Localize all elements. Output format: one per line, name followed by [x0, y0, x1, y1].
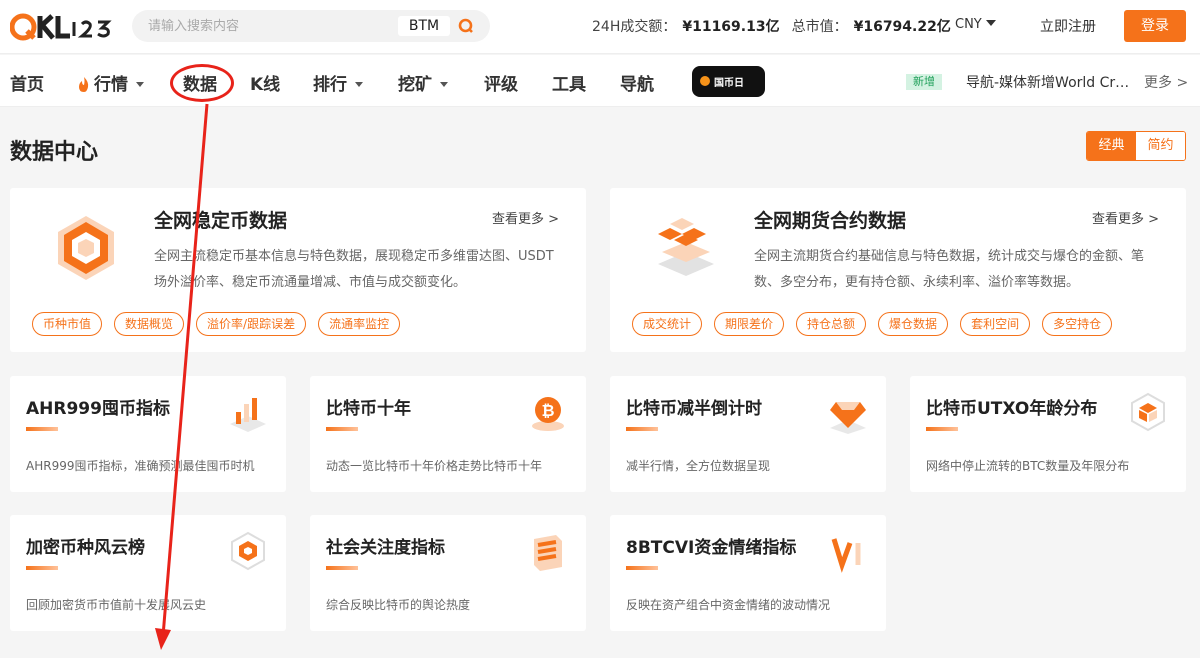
- see-more-link[interactable]: 查看更多 >: [492, 208, 559, 227]
- nav-tools[interactable]: 工具: [552, 70, 586, 95]
- news-ticker[interactable]: 导航-媒体新增World Crypto: [966, 72, 1136, 92]
- volume-label: 24H成交额：: [592, 19, 677, 35]
- toggle-classic[interactable]: 经典: [1087, 132, 1136, 160]
- login-button[interactable]: 登录: [1124, 10, 1186, 42]
- annotation-circle: [170, 64, 234, 102]
- search-input[interactable]: [148, 10, 388, 42]
- signup-link[interactable]: 立即注册: [1040, 16, 1096, 36]
- card-desc: 全网主流期货合约基础信息与特色数据，统计成交与爆仓的金额、笔数、多空分布，更有持…: [754, 249, 1145, 290]
- toggle-simple[interactable]: 简约: [1136, 132, 1185, 160]
- tag-list: 币种市值 数据概览 溢价率/跟踪误差 流通率监控: [32, 312, 401, 336]
- fire-icon: [79, 77, 89, 92]
- card-desc: 回顾加密货币市值前十发展风云史: [26, 598, 207, 612]
- hexagon-box-icon: [1131, 392, 1165, 432]
- accent-bar: [626, 566, 658, 570]
- btcvi-sentiment-card[interactable]: 8BTCVI资金情绪指标 反映在资产组合中资金情绪的波动情况: [610, 515, 886, 631]
- view-toggle: 经典 简约: [1086, 131, 1186, 161]
- logo[interactable]: [10, 11, 122, 43]
- top-header: BTM 24H成交额：¥11169.13亿总市值：¥16794.22亿 CNY …: [0, 0, 1200, 54]
- chevron-down-icon: [136, 82, 144, 87]
- card-desc: 综合反映比特币的舆论热度: [326, 598, 471, 612]
- card-desc: 全网主流稳定币基本信息与特色数据，展现稳定币多维雷达图、USDT场外溢价率、稳定…: [154, 249, 554, 290]
- search-coin-tag[interactable]: BTM: [398, 16, 450, 36]
- card-title: AHR999囤币指标: [26, 399, 170, 419]
- card-title: 比特币UTXO年龄分布: [926, 399, 1098, 419]
- tag[interactable]: 数据概览: [114, 312, 185, 336]
- nav-kline[interactable]: K线: [250, 70, 280, 95]
- tag[interactable]: 期限差价: [714, 312, 785, 336]
- page-title: 数据中心: [10, 140, 99, 165]
- tag[interactable]: 溢价率/跟踪误差: [196, 312, 307, 336]
- tag[interactable]: 多空持仓: [1042, 312, 1113, 336]
- card-desc: 反映在资产组合中资金情绪的波动情况: [626, 598, 831, 612]
- card-desc: AHR999囤币指标，准确预测最佳囤币时机: [26, 459, 255, 473]
- hexagon-icon: [58, 216, 114, 280]
- qkl123-logo-icon: [10, 13, 112, 41]
- accent-bar: [926, 427, 958, 431]
- futures-card[interactable]: 全网期货合约数据 查看更多 > 全网主流期货合约基础信息与特色数据，统计成交与爆…: [610, 188, 1186, 352]
- currency-select[interactable]: CNY: [955, 17, 996, 32]
- card-desc: 网络中停止流转的BTC数量及年限分布: [926, 459, 1130, 473]
- nav-ranking[interactable]: 排行: [313, 70, 363, 95]
- signal-waves-icon: [534, 535, 562, 571]
- stablecoin-card[interactable]: 全网稳定币数据 查看更多 > 全网主流稳定币基本信息与特色数据，展现稳定币多维雷…: [10, 188, 586, 352]
- btc-ten-years-card[interactable]: 比特币十年 动态一览比特币十年价格走势比特币十年 ₿: [310, 376, 586, 492]
- crypto-ranking-card[interactable]: 加密币种风云榜 回顾加密货币市值前十发展风云史: [10, 515, 286, 631]
- tag[interactable]: 币种市值: [32, 312, 103, 336]
- accent-bar: [326, 566, 358, 570]
- card-desc: 减半行情，全方位数据呈现: [626, 459, 771, 473]
- nav-home[interactable]: 首页: [10, 70, 44, 95]
- utxo-age-card[interactable]: 比特币UTXO年龄分布 网络中停止流转的BTC数量及年限分布: [910, 376, 1186, 492]
- market-stats: 24H成交额： ¥11169.13亿 总市值： ¥16794.22亿: [592, 16, 963, 36]
- bitcoin-coin-icon: ₿: [532, 397, 564, 431]
- nav-guide[interactable]: 导航: [620, 70, 654, 95]
- card-desc: 动态一览比特币十年价格走势比特币十年: [326, 459, 543, 473]
- accent-bar: [26, 566, 58, 570]
- tag-list: 成交统计 期限差价 持仓总额 爆仓数据 套利空间 多空持仓: [632, 312, 1113, 336]
- search-box: BTM: [132, 10, 490, 42]
- cap-label: 总市值：: [791, 19, 848, 35]
- card-title: 比特币减半倒计时: [626, 399, 762, 419]
- bitcoin-icon: [700, 76, 710, 86]
- chevron-down-icon: [440, 82, 448, 87]
- nav-rating[interactable]: 评级: [484, 70, 518, 95]
- accent-bar: [26, 427, 58, 431]
- chevron-down-icon: [985, 20, 996, 26]
- accent-bar: [326, 427, 358, 431]
- nav-mining[interactable]: 挖矿: [398, 70, 448, 95]
- card-title: 8BTCVI资金情绪指标: [626, 538, 797, 558]
- tag[interactable]: 流通率监控: [318, 312, 401, 336]
- nav-market[interactable]: 行情: [78, 70, 144, 95]
- accent-bar: [626, 427, 658, 431]
- card-title: 全网期货合约数据: [754, 210, 907, 232]
- stacked-cubes-icon: [658, 218, 714, 276]
- promo-banner[interactable]: 国币日: [692, 66, 765, 97]
- promo-label: 国币日: [714, 78, 744, 89]
- card-title: 全网稳定币数据: [154, 210, 288, 232]
- social-attention-card[interactable]: 社会关注度指标 综合反映比特币的舆论热度: [310, 515, 586, 631]
- card-title: 加密币种风云榜: [26, 538, 145, 558]
- halving-countdown-card[interactable]: 比特币减半倒计时 减半行情，全方位数据呈现: [610, 376, 886, 492]
- svg-text:₿: ₿: [541, 401, 554, 420]
- tag[interactable]: 持仓总额: [796, 312, 867, 336]
- tag[interactable]: 爆仓数据: [878, 312, 949, 336]
- tag[interactable]: 套利空间: [960, 312, 1031, 336]
- hexagon-ring-icon: [231, 531, 265, 571]
- card-title: 社会关注度指标: [326, 538, 445, 558]
- cap-value: ¥16794.22亿: [853, 19, 951, 35]
- volume-value: ¥11169.13亿: [682, 19, 780, 35]
- ahr999-card[interactable]: AHR999囤币指标 AHR999囤币指标，准确预测最佳囤币时机: [10, 376, 286, 492]
- news-badge: 新增: [906, 74, 942, 90]
- bar-chart-icon: [230, 398, 266, 432]
- see-more-link[interactable]: 查看更多 >: [1092, 208, 1159, 227]
- diamond-icon: [830, 402, 866, 434]
- news-more-link[interactable]: 更多 >: [1144, 72, 1188, 92]
- card-title: 比特币十年: [326, 399, 411, 419]
- vi-logo-icon: [831, 538, 861, 573]
- tag[interactable]: 成交统计: [632, 312, 703, 336]
- currency-label: CNY: [955, 17, 982, 32]
- search-icon[interactable]: [458, 18, 474, 34]
- chevron-down-icon: [355, 82, 363, 87]
